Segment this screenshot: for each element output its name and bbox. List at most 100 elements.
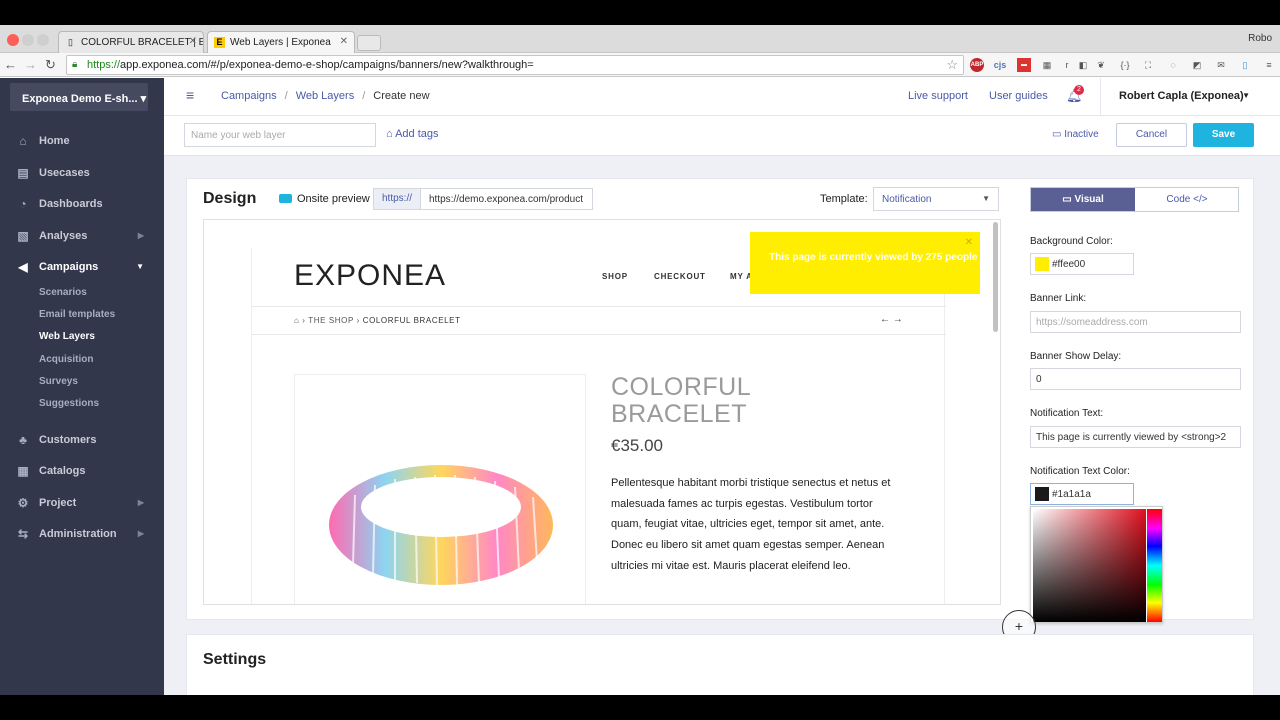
cancel-button[interactable]: Cancel <box>1116 123 1187 147</box>
shop-logo[interactable]: EXPONEA <box>294 259 446 293</box>
chevron-right-icon: ▶ <box>137 529 144 538</box>
add-tags-button[interactable]: ⌂ Add tags <box>386 128 439 140</box>
sidebar-item-label: Customers <box>39 434 97 446</box>
extension-window-icon[interactable]: ◩ <box>1190 58 1204 72</box>
close-icon[interactable]: ✕ <box>189 36 197 47</box>
preview-scrollbar[interactable] <box>993 222 998 332</box>
onsite-preview-toggle[interactable]: Onsite preview <box>279 193 370 205</box>
sidebar-subitem-acquisition[interactable]: Acquisition <box>39 354 93 365</box>
extension-pocket-icon[interactable]: ◧ <box>1076 58 1090 72</box>
extension-red-icon[interactable]: ▬ <box>1017 58 1031 72</box>
sidebar-subitem-surveys[interactable]: Surveys <box>39 376 78 387</box>
banner-link-input[interactable]: https://someaddress.com <box>1030 311 1241 333</box>
hue-slider[interactable] <box>1147 509 1162 622</box>
notification-banner-preview[interactable]: This page is currently viewed by 275 peo… <box>750 232 980 294</box>
user-menu[interactable]: Robert Capla (Exponea) ▼ <box>1100 78 1280 116</box>
preview-url-input[interactable]: https://demo.exponea.com/product <box>421 188 593 210</box>
browser-tab-weblayers[interactable]: E Web Layers | Exponea ✕ <box>207 31 355 53</box>
reload-icon[interactable]: ↻ <box>45 57 56 73</box>
chevron-right-icon: ▶ <box>137 231 144 240</box>
mail-icon[interactable]: ✉ <box>1214 58 1228 72</box>
user-guides-link[interactable]: User guides <box>989 90 1048 102</box>
chrome-menu-icon[interactable]: ≡ <box>1262 58 1276 72</box>
web-layer-name-input[interactable]: Name your web layer <box>184 123 376 147</box>
address-bar[interactable]: 🔒︎ https://app.exponea.com/#/p/exponea-d… <box>66 55 964 75</box>
tab-visual[interactable]: ▭ Visual <box>1031 188 1135 211</box>
prev-arrow-icon[interactable]: ← <box>880 314 890 325</box>
close-icon[interactable]: ✕ <box>965 237 973 249</box>
extension-book-icon[interactable]: ▯ <box>1238 58 1252 72</box>
template-value: Notification <box>882 194 932 205</box>
sidebar-item-project[interactable]: ⚙ Project ▶ <box>0 493 164 513</box>
browser-tab-bracelet[interactable]: ▯ COLORFUL BRACELET | Ex ✕ <box>58 31 204 53</box>
close-window-button[interactable] <box>7 34 19 46</box>
sidebar-item-campaigns[interactable]: ◀ Campaigns ▼ <box>0 257 164 277</box>
home-icon[interactable]: ⌂ <box>294 316 299 325</box>
sidebar-item-catalogs[interactable]: ▦ Catalogs <box>0 461 164 481</box>
sidebar-subitem-suggestions[interactable]: Suggestions <box>39 398 99 409</box>
cjs-icon[interactable]: cjs <box>993 58 1007 72</box>
sidebar-subitem-scenarios[interactable]: Scenarios <box>39 287 87 298</box>
zoom-window-button[interactable] <box>37 34 49 46</box>
sidebar-item-dashboards[interactable]: ◔ Dashboards <box>0 194 164 214</box>
forward-arrow-icon[interactable]: → <box>24 57 37 72</box>
url-scheme-select[interactable]: https:// <box>373 188 421 210</box>
divider <box>252 306 946 307</box>
onsite-preview-frame[interactable]: EXPONEA SHOP CHECKOUT MY A ⌂ › THE SHOP … <box>203 219 1001 605</box>
color-swatch[interactable] <box>1035 487 1049 501</box>
shop-nav-shop[interactable]: SHOP <box>602 272 628 281</box>
breadcrumb-the-shop[interactable]: THE SHOP <box>308 316 354 325</box>
sidebar-item-administration[interactable]: ⇆ Administration ▶ <box>0 524 164 544</box>
product-image <box>294 374 586 604</box>
browser-tab-title: COLORFUL BRACELET | Ex <box>81 37 204 48</box>
bookmark-star-icon[interactable]: ☆ <box>946 57 958 73</box>
product-title: COLORFUL BRACELET <box>611 374 751 428</box>
customers-icon: ♣ <box>19 433 27 447</box>
extension-leaf-icon[interactable]: ❦ <box>1094 58 1108 72</box>
monitor-icon: ▭ <box>1062 194 1075 205</box>
sidebar-subitem-web-layers[interactable]: Web Layers <box>39 331 95 342</box>
shop-nav-checkout[interactable]: CHECKOUT <box>654 272 706 281</box>
sidebar-item-customers[interactable]: ♣ Customers <box>0 430 164 450</box>
status-icon: ▭ <box>1052 129 1065 140</box>
sidebar-item-home[interactable]: ⌂ Home <box>0 131 164 151</box>
extension-r-icon[interactable]: r <box>1060 58 1074 72</box>
sidebar-item-analyses[interactable]: ▧ Analyses ▶ <box>0 226 164 246</box>
color-swatch[interactable] <box>1035 257 1049 271</box>
minimize-window-button[interactable] <box>22 34 34 46</box>
extension-grid-icon[interactable]: ▦ <box>1040 58 1054 72</box>
status-toggle[interactable]: ▭ Inactive <box>1052 129 1099 140</box>
new-tab-button[interactable] <box>357 35 381 51</box>
notification-text-input[interactable]: This page is currently viewed by <strong… <box>1030 426 1241 448</box>
sidebar-subitem-email-templates[interactable]: Email templates <box>39 309 115 320</box>
background-color-input[interactable]: #ffee00 <box>1030 253 1134 275</box>
adblock-icon[interactable]: ABP <box>970 58 984 72</box>
project-selector[interactable]: Exponea Demo E-sh... ▾ <box>10 83 148 111</box>
live-support-link[interactable]: Live support <box>908 90 968 102</box>
save-button[interactable]: Save <box>1193 123 1254 147</box>
breadcrumb-web-layers[interactable]: Web Layers <box>296 90 355 102</box>
breadcrumb-campaigns[interactable]: Campaigns <box>221 90 277 102</box>
next-arrow-icon[interactable]: → <box>893 314 903 325</box>
collapse-menu-icon[interactable]: ≡ <box>186 87 194 103</box>
sidebar-item-label: Usecases <box>39 167 90 179</box>
notification-text-color-input[interactable]: #1a1a1a <box>1030 483 1134 505</box>
analyses-icon: ▧ <box>17 229 29 243</box>
template-select[interactable]: Notification ▼ <box>873 187 999 211</box>
browser-profile-name[interactable]: Robo <box>1248 33 1272 44</box>
close-icon[interactable]: ✕ <box>340 36 348 47</box>
toggle-switch[interactable] <box>279 194 292 203</box>
product-title-line: COLORFUL <box>611 373 752 401</box>
back-arrow-icon[interactable]: ← <box>4 57 17 72</box>
banner-show-delay-input[interactable]: 0 <box>1030 368 1241 390</box>
sidebar-item-usecases[interactable]: ▤ Usecases <box>0 163 164 183</box>
saturation-value-area[interactable] <box>1033 509 1146 622</box>
json-viewer-icon[interactable]: {·} <box>1116 58 1134 72</box>
notification-text-color-value: #1a1a1a <box>1052 489 1091 500</box>
tab-code[interactable]: Code </> <box>1135 188 1239 211</box>
onsite-preview-label: Onsite preview <box>297 193 370 205</box>
background-color-value: #ffee00 <box>1052 259 1086 270</box>
add-tags-label: Add tags <box>395 128 439 140</box>
extension-circle-icon[interactable]: ◌ <box>1166 58 1180 72</box>
screenshot-icon[interactable]: ⛶ <box>1141 58 1155 72</box>
